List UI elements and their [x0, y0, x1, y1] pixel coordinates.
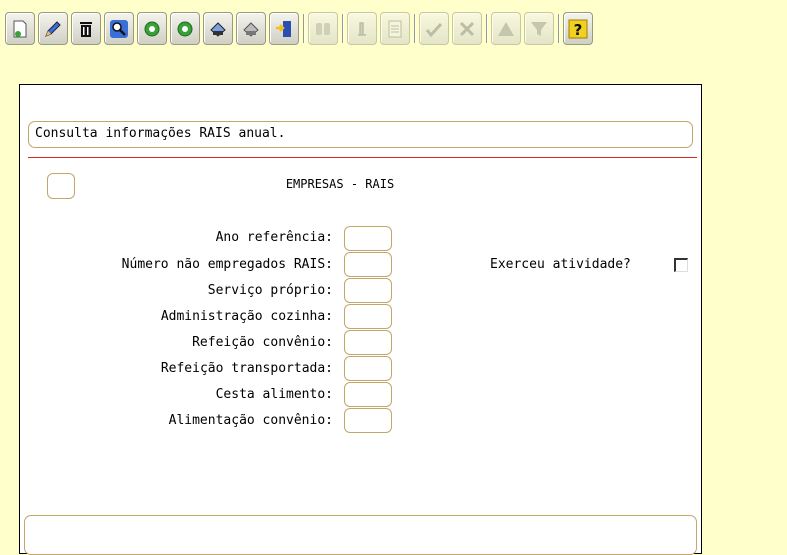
confirm-button[interactable]: [419, 12, 449, 45]
svg-text:?: ?: [574, 21, 583, 39]
search-button[interactable]: [104, 12, 134, 45]
toolbar-separator: [342, 14, 344, 43]
edit-button[interactable]: [38, 12, 68, 45]
cancel-button[interactable]: [452, 12, 482, 45]
administracao-cozinha-input[interactable]: [344, 304, 392, 329]
new-document-button[interactable]: [5, 12, 35, 45]
toolbar: ?: [0, 0, 787, 60]
previous-button[interactable]: [137, 12, 167, 45]
find-button[interactable]: [308, 12, 338, 45]
toolbar-separator: [303, 14, 305, 43]
filter-button[interactable]: [524, 12, 554, 45]
filter-icon: [531, 21, 547, 36]
refeicao-convenio-input[interactable]: [344, 330, 392, 355]
confirm-check-icon: [425, 22, 443, 37]
print-icon: [210, 21, 226, 37]
print-preview-icon: [243, 21, 259, 37]
separator-line: [28, 157, 697, 158]
trash-icon: [80, 21, 92, 37]
administracao-cozinha-label: Administração cozinha:: [160, 309, 333, 324]
number-one-icon: [358, 21, 366, 36]
alimentacao-convenio-label: Alimentação convênio:: [168, 413, 333, 428]
exerceu-atividade-label: Exerceu atividade?: [490, 257, 631, 272]
refeicao-transportada-label: Refeição transportada:: [160, 361, 333, 376]
pencil-edit-icon: [45, 20, 61, 37]
num-nao-empregados-label: Número não empregados RAIS:: [121, 257, 333, 272]
list-records-button[interactable]: [380, 12, 410, 45]
num-nao-empregados-input[interactable]: [344, 252, 392, 277]
description-field: Consulta informações RAIS anual.: [28, 121, 693, 148]
alimentacao-convenio-input[interactable]: [344, 408, 392, 433]
next-button[interactable]: [170, 12, 200, 45]
form-panel: Consulta informações RAIS anual. EMPRESA…: [19, 84, 702, 555]
print-preview-button[interactable]: [236, 12, 266, 45]
ano-referencia-label: Ano referência:: [215, 230, 333, 245]
number-list-icon: [388, 20, 402, 37]
binoculars-icon: [316, 22, 330, 35]
refeicao-convenio-label: Refeição convênio:: [192, 335, 333, 350]
next-record-icon: [177, 21, 193, 36]
triangle-up-icon: [498, 21, 514, 36]
ano-referencia-input[interactable]: [344, 226, 392, 251]
help-question-icon: ?: [568, 19, 588, 39]
exit-door-icon: [276, 20, 291, 37]
servico-proprio-label: Serviço próprio:: [207, 283, 333, 298]
refeicao-transportada-input[interactable]: [344, 356, 392, 381]
page-title: EMPRESAS - RAIS: [285, 177, 395, 191]
cancel-x-icon: [459, 21, 475, 36]
previous-record-icon: [144, 21, 160, 36]
new-document-icon: [13, 20, 27, 37]
message-box: [24, 515, 697, 555]
option-box[interactable]: [47, 173, 75, 199]
servico-proprio-input[interactable]: [344, 278, 392, 303]
exit-button[interactable]: [269, 12, 299, 45]
delete-button[interactable]: [71, 12, 101, 45]
sort-button[interactable]: [491, 12, 521, 45]
help-button[interactable]: ?: [563, 12, 593, 45]
toolbar-separator: [486, 14, 488, 43]
toolbar-separator: [414, 14, 416, 43]
magnifier-search-icon: [110, 19, 128, 38]
exerceu-atividade-checkbox[interactable]: [674, 258, 688, 272]
cesta-alimento-label: Cesta alimento:: [215, 387, 333, 402]
toolbar-separator: [558, 14, 560, 43]
print-button[interactable]: [203, 12, 233, 45]
single-record-button[interactable]: [347, 12, 377, 45]
cesta-alimento-input[interactable]: [344, 382, 392, 407]
